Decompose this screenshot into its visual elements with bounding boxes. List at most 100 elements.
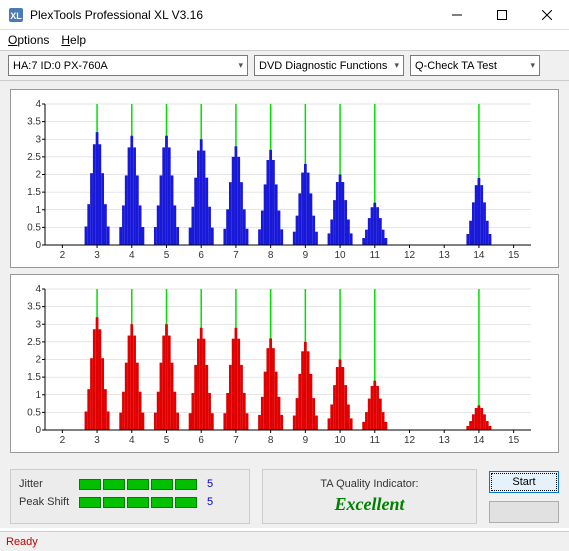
main-area: 00.511.522.533.5423456789101112131415 00… — [0, 81, 569, 463]
svg-text:5: 5 — [164, 250, 170, 261]
jitter-row: Jitter 5 — [19, 478, 241, 490]
svg-text:10: 10 — [335, 250, 347, 261]
peak-label: Peak Shift — [19, 496, 73, 508]
svg-text:1.5: 1.5 — [27, 372, 41, 383]
svg-text:12: 12 — [404, 435, 416, 446]
svg-text:3.5: 3.5 — [27, 302, 41, 313]
function-combo[interactable]: DVD Diagnostic Functions ▾ — [254, 55, 404, 76]
svg-text:3: 3 — [94, 435, 100, 446]
peak-row: Peak Shift 5 — [19, 496, 241, 508]
menu-help[interactable]: Help — [61, 33, 86, 47]
svg-text:6: 6 — [198, 435, 204, 446]
app-icon: XL — [8, 7, 24, 23]
chart-top: 0 0.5 1 1.5 2 2.5 3 3.5 4 2 3 4 5 6 7 8 9 10 11 12 13 14 15 — [17, 98, 537, 263]
tqi-block: TA Quality Indicator: Excellent — [262, 469, 477, 524]
svg-text:15: 15 — [508, 250, 520, 261]
bar-seg — [79, 479, 101, 490]
chart-bottom: 0 0.5 1 1.5 2 2.5 3 3.5 4 2 3 4 5 6 7 8 9 10 11 12 13 14 15 — [17, 283, 537, 448]
chart-bottom-wrap: 0 0.5 1 1.5 2 2.5 3 3.5 4 2 3 4 5 6 7 8 9 10 11 12 13 14 15 — [10, 274, 559, 453]
menu-options[interactable]: Options — [8, 33, 49, 47]
chevron-down-icon: ▾ — [394, 60, 399, 71]
svg-text:8: 8 — [268, 250, 274, 261]
svg-text:0.5: 0.5 — [27, 222, 41, 233]
svg-text:11: 11 — [370, 435, 381, 446]
tqi-value: Excellent — [335, 494, 405, 515]
svg-text:5: 5 — [164, 435, 170, 446]
svg-text:2: 2 — [35, 355, 41, 366]
svg-text:8: 8 — [268, 435, 274, 446]
svg-text:3.5: 3.5 — [27, 117, 41, 128]
svg-text:4: 4 — [129, 250, 135, 261]
svg-text:9: 9 — [303, 250, 309, 261]
toolbar: HA:7 ID:0 PX-760A ▾ DVD Diagnostic Funct… — [0, 50, 569, 81]
svg-text:4: 4 — [35, 99, 41, 110]
statusbar: Ready — [0, 531, 569, 551]
device-combo[interactable]: HA:7 ID:0 PX-760A ▾ — [8, 55, 248, 76]
svg-text:2: 2 — [60, 250, 66, 261]
svg-text:7: 7 — [233, 250, 239, 261]
maximize-button[interactable] — [479, 0, 524, 30]
bar-seg — [103, 497, 125, 508]
tqi-label: TA Quality Indicator: — [320, 478, 418, 490]
jitter-label: Jitter — [19, 478, 73, 490]
svg-text:15: 15 — [508, 435, 520, 446]
window-title: PlexTools Professional XL V3.16 — [30, 8, 434, 22]
svg-text:0: 0 — [35, 425, 41, 436]
svg-text:4: 4 — [35, 284, 41, 295]
status-text: Ready — [6, 536, 38, 548]
device-combo-value: HA:7 ID:0 PX-760A — [13, 60, 108, 72]
bar-seg — [103, 479, 125, 490]
peak-bars — [79, 497, 197, 508]
svg-text:1: 1 — [35, 205, 41, 216]
bar-seg — [151, 497, 173, 508]
menubar: Options Help — [0, 30, 569, 50]
close-button[interactable] — [524, 0, 569, 30]
svg-text:1.5: 1.5 — [27, 187, 41, 198]
svg-text:XL: XL — [10, 11, 22, 21]
start-button[interactable]: Start — [489, 471, 559, 493]
function-combo-value: DVD Diagnostic Functions — [259, 60, 387, 72]
test-combo[interactable]: Q-Check TA Test ▾ — [410, 55, 540, 76]
bar-seg — [127, 479, 149, 490]
svg-text:12: 12 — [404, 250, 416, 261]
svg-text:11: 11 — [370, 250, 381, 261]
svg-text:10: 10 — [335, 435, 347, 446]
chevron-down-icon: ▾ — [530, 60, 535, 71]
svg-text:0.5: 0.5 — [27, 407, 41, 418]
svg-text:0: 0 — [35, 240, 41, 251]
svg-text:3: 3 — [35, 134, 41, 145]
svg-text:2: 2 — [60, 435, 66, 446]
svg-text:2.5: 2.5 — [27, 337, 41, 348]
bar-seg — [127, 497, 149, 508]
jitter-score: 5 — [207, 478, 213, 490]
chart-top-wrap: 0 0.5 1 1.5 2 2.5 3 3.5 4 2 3 4 5 6 7 8 9 10 11 12 13 14 15 — [10, 89, 559, 268]
bar-seg — [151, 479, 173, 490]
svg-text:2.5: 2.5 — [27, 152, 41, 163]
svg-text:3: 3 — [94, 250, 100, 261]
jitter-bars — [79, 479, 197, 490]
svg-text:9: 9 — [303, 435, 309, 446]
svg-text:2: 2 — [35, 170, 41, 181]
svg-text:14: 14 — [473, 435, 485, 446]
svg-text:13: 13 — [439, 250, 451, 261]
test-combo-value: Q-Check TA Test — [415, 60, 497, 72]
svg-text:3: 3 — [35, 319, 41, 330]
svg-text:4: 4 — [129, 435, 135, 446]
svg-text:14: 14 — [473, 250, 485, 261]
button-block: Start — [489, 469, 559, 524]
chevron-down-icon: ▾ — [238, 60, 243, 71]
scores-block: Jitter 5 Peak Shift 5 — [10, 469, 250, 524]
svg-text:13: 13 — [439, 435, 451, 446]
bar-seg — [79, 497, 101, 508]
secondary-button[interactable] — [489, 501, 559, 523]
titlebar: XL PlexTools Professional XL V3.16 — [0, 0, 569, 30]
svg-text:1: 1 — [35, 390, 41, 401]
bar-seg — [175, 479, 197, 490]
svg-text:7: 7 — [233, 435, 239, 446]
peak-score: 5 — [207, 496, 213, 508]
window-controls — [434, 0, 569, 29]
bottom-panel: Jitter 5 Peak Shift 5 TA Quality Indicat… — [0, 463, 569, 528]
svg-text:6: 6 — [198, 250, 204, 261]
minimize-button[interactable] — [434, 0, 479, 30]
bar-seg — [175, 497, 197, 508]
